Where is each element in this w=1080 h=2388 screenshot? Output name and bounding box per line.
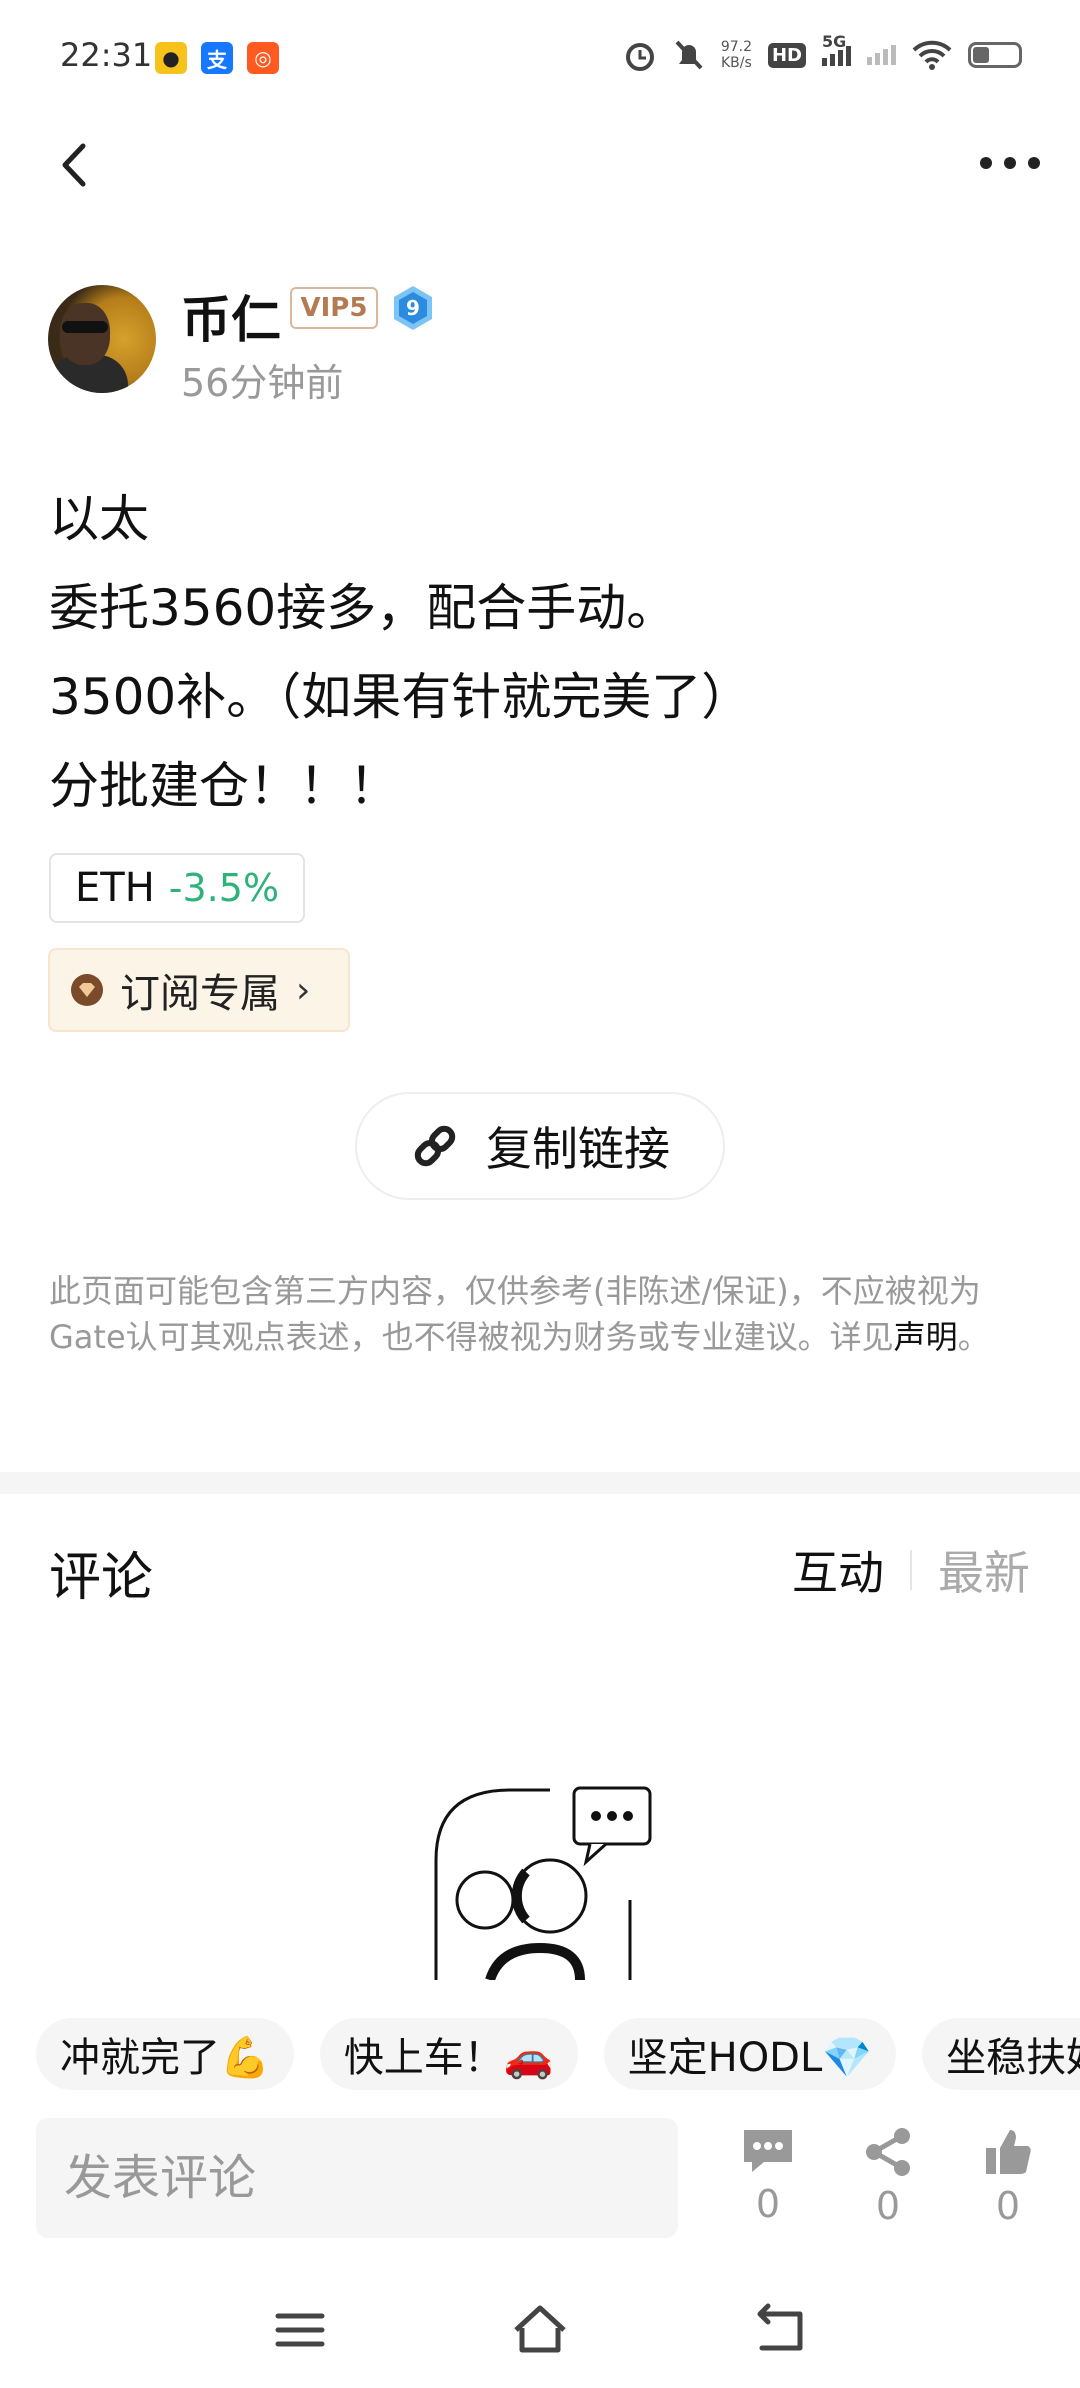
quick-reply-chip[interactable]: 坚定HODL💎 bbox=[603, 2018, 897, 2090]
network-speed: 97.2 KB/s bbox=[720, 39, 752, 71]
disclaimer: 此页面可能包含第三方内容，仅供参考(非陈述/保证)，不应被视为Gate认可其观点… bbox=[49, 1272, 990, 1356]
comment-icon bbox=[744, 2130, 792, 2172]
home-icon[interactable] bbox=[510, 2300, 570, 2360]
author-name[interactable]: 币仁 bbox=[181, 280, 281, 352]
menu-icon[interactable] bbox=[270, 2300, 330, 2360]
link-icon bbox=[414, 1125, 456, 1167]
app-notification-icon: ◎ bbox=[247, 42, 279, 74]
comment-action[interactable]: 0 bbox=[728, 2126, 808, 2226]
cellular-signal-2-icon bbox=[867, 45, 896, 65]
back-arrow-icon[interactable] bbox=[55, 140, 95, 190]
comment-sort: 互动 最新 bbox=[792, 1537, 1030, 1603]
coin-tag[interactable]: ETH -3.5% bbox=[49, 853, 306, 923]
mute-bell-icon bbox=[675, 40, 703, 70]
subscribe-label: 订阅专属 bbox=[120, 971, 280, 1017]
coin-change: -3.5% bbox=[168, 866, 280, 910]
app-notification-icon: ● bbox=[155, 42, 187, 74]
post-line: 委托3560接多，配合手动。 bbox=[49, 579, 677, 637]
more-options-button[interactable] bbox=[980, 150, 1040, 176]
chevron-right-icon: › bbox=[296, 969, 311, 1011]
cellular-signal-icon: 5G bbox=[822, 32, 851, 66]
post-time: 56分钟前 bbox=[181, 361, 344, 405]
post-line: 分批建仓！！！ bbox=[49, 757, 399, 815]
sort-interaction-tab[interactable]: 互动 bbox=[792, 1537, 884, 1603]
alarm-icon bbox=[625, 43, 654, 71]
status-indicators: 97.2 KB/s HD 5G bbox=[623, 32, 1022, 72]
notification-icons: ● 支 ◎ bbox=[155, 42, 279, 74]
status-bar: 22:31 ● 支 ◎ 97.2 KB/s HD 5G bbox=[0, 0, 1080, 115]
share-count: 0 bbox=[875, 2184, 901, 2228]
quick-reply-chips: 冲就完了💪 快上车！🚗 坚定HODL💎 坐稳扶好 bbox=[36, 2018, 1080, 2090]
copy-link-button[interactable]: 复制链接 bbox=[355, 1092, 725, 1200]
like-action[interactable]: 0 bbox=[968, 2126, 1048, 2228]
comment-count: 0 bbox=[755, 2182, 781, 2226]
comment-input-container bbox=[36, 2118, 678, 2238]
system-navigation-bar bbox=[0, 2280, 1080, 2388]
post-line: 以太 bbox=[49, 490, 149, 548]
hd-indicator: HD bbox=[767, 42, 806, 68]
vip-badge: VIP5 bbox=[290, 287, 378, 329]
comment-input[interactable] bbox=[36, 2118, 678, 2238]
alipay-icon: 支 bbox=[201, 42, 233, 74]
subscribe-exclusive-tag[interactable]: 订阅专属 › bbox=[48, 948, 350, 1032]
comments-title: 评论 bbox=[49, 1548, 154, 1608]
post-line: 3500补。（如果有针就完美了） bbox=[49, 668, 752, 726]
share-icon bbox=[866, 2128, 910, 2176]
section-divider bbox=[0, 1472, 1080, 1494]
share-action[interactable]: 0 bbox=[848, 2126, 928, 2228]
disclaimer-link[interactable]: 声明 bbox=[894, 1318, 958, 1356]
quick-reply-chip[interactable]: 快上车！🚗 bbox=[319, 2018, 578, 2090]
post-body: 以太 委托3560接多，配合手动。 3500补。（如果有针就完美了） 分批建仓！… bbox=[49, 475, 751, 831]
thumbs-up-icon bbox=[986, 2130, 1031, 2174]
copy-link-label: 复制链接 bbox=[486, 1122, 670, 1176]
empty-comments-illustration bbox=[434, 1786, 652, 1980]
diamond-icon bbox=[71, 974, 103, 1006]
avatar[interactable] bbox=[48, 285, 156, 393]
sort-latest-tab[interactable]: 最新 bbox=[938, 1537, 1030, 1603]
like-count: 0 bbox=[995, 2184, 1021, 2228]
quick-reply-chip[interactable]: 冲就完了💪 bbox=[36, 2018, 294, 2090]
battery-icon bbox=[968, 42, 1022, 68]
coin-symbol: ETH bbox=[75, 865, 155, 911]
wifi-icon bbox=[912, 40, 952, 70]
status-time: 22:31 bbox=[60, 36, 153, 74]
level-badge: 9 bbox=[394, 286, 432, 330]
back-nav-icon[interactable] bbox=[750, 2300, 810, 2360]
quick-reply-chip[interactable]: 坐稳扶好 bbox=[922, 2018, 1080, 2090]
svg-text:9: 9 bbox=[406, 296, 420, 320]
